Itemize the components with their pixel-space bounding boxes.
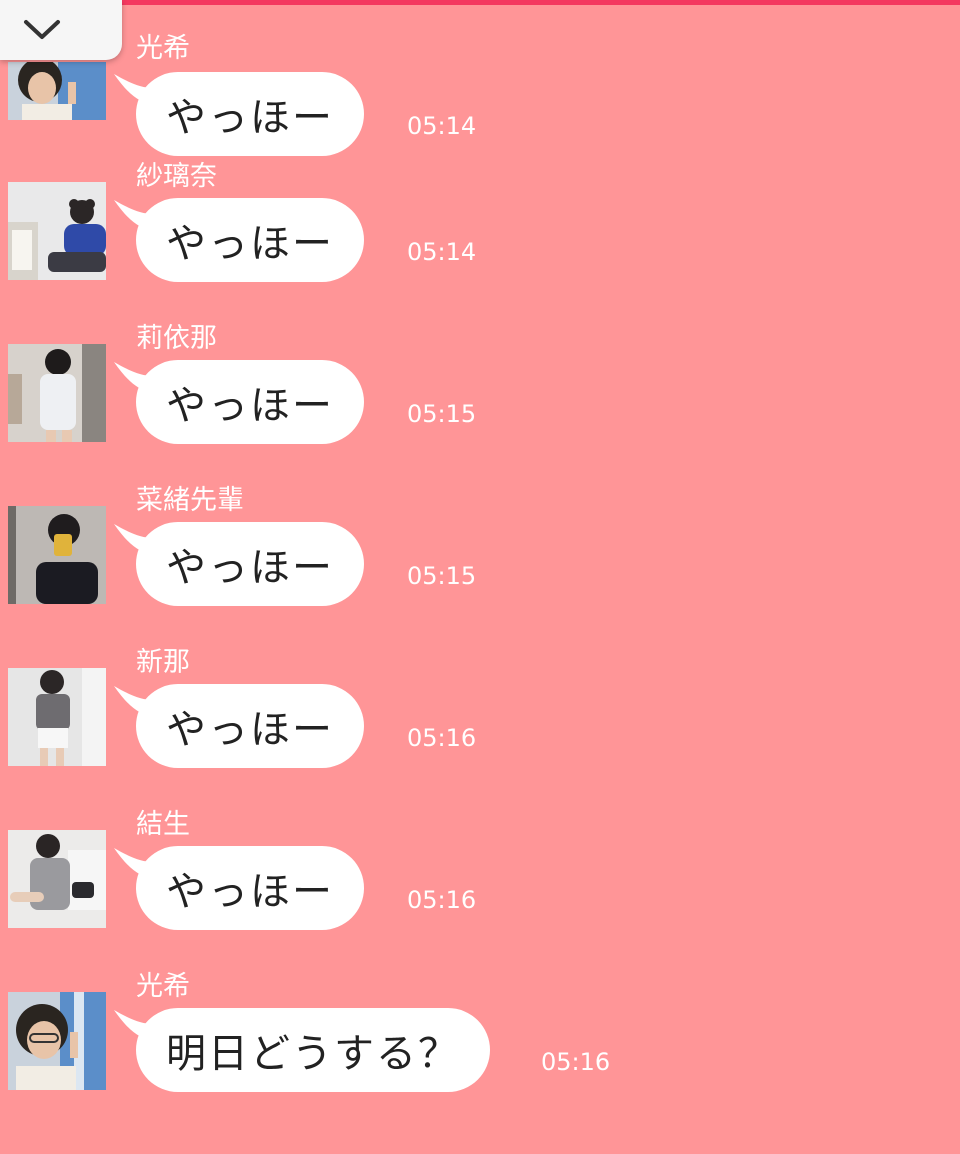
message-text: やっほー [166,221,334,267]
message-bubble[interactable]: やっほー [114,198,364,282]
avatar[interactable] [8,182,106,280]
message-bubble[interactable]: やっほー [114,846,364,930]
message-text: やっほー [166,545,334,591]
message-text: やっほー [166,707,334,753]
message-time: 05:15 [407,400,477,428]
sender-name: 光希 [136,971,190,1002]
avatar[interactable] [8,344,106,442]
bubble-tail [114,848,154,878]
message-bubble[interactable]: やっほー [114,360,364,444]
message-time: 05:16 [407,724,477,752]
message-time: 05:14 [407,112,477,140]
avatar[interactable] [8,992,106,1090]
sender-name: 莉依那 [136,323,217,354]
avatar[interactable] [8,62,106,120]
message-time: 05:16 [541,1048,611,1076]
message-text: やっほー [166,869,334,915]
sender-name: 結生 [136,809,190,840]
sender-name: 紗璃奈 [136,161,217,192]
message-text: やっほー [166,95,334,141]
collapse-button[interactable] [0,0,122,60]
bubble-tail [114,74,154,104]
message-bubble[interactable]: やっほー [114,684,364,768]
avatar[interactable] [8,830,106,928]
message-row: 菜緒先輩 やっほー 05:15 [0,485,960,668]
chevron-down-icon [24,20,60,39]
bubble-tail [114,1010,154,1040]
bubble-tail [114,524,154,554]
message-row: 新那 やっほー 05:16 [0,647,960,830]
message-text: やっほー [166,383,334,429]
message-bubble[interactable]: やっほー [114,522,364,606]
message-text: 明日どうする？ [166,1031,460,1077]
bubble-tail [114,686,154,716]
avatar[interactable] [8,506,106,604]
bubble-tail [114,200,154,230]
sender-name: 光希 [136,33,190,64]
message-time: 05:14 [407,238,477,266]
message-row: 紗璃奈 やっほー 05:14 [0,161,960,344]
message-row: 莉依那 やっほー 05:15 [0,323,960,506]
message-row: 光希 明日どうする？ 05:16 [0,971,960,1154]
chat-log[interactable]: 光希 やっほー 05:14 紗璃奈 やっほー 05:14 莉依那 やっほー 05… [0,0,960,1150]
message-bubble[interactable]: 明日どうする？ [114,1008,490,1092]
message-bubble[interactable]: やっほー [114,72,364,156]
message-time: 05:16 [407,886,477,914]
bubble-tail [114,362,154,392]
sender-name: 菜緒先輩 [136,485,244,516]
message-time: 05:15 [407,562,477,590]
sender-name: 新那 [136,647,190,678]
avatar[interactable] [8,668,106,766]
message-row: 結生 やっほー 05:16 [0,809,960,992]
